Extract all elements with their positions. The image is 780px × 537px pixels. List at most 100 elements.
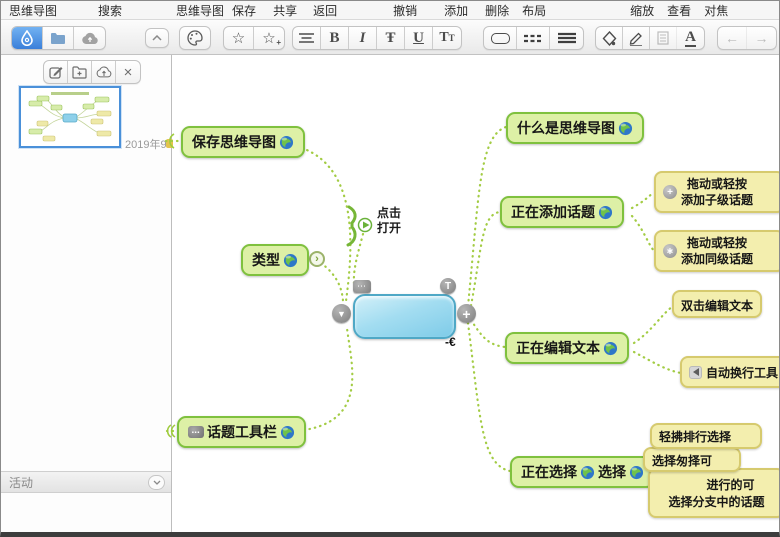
globe-icon <box>283 253 298 268</box>
list-style-button[interactable] <box>650 27 677 49</box>
type-collapse-button[interactable]: › <box>309 251 325 267</box>
history-group: ← → <box>717 26 777 50</box>
topic-type[interactable]: 类型 <box>241 244 309 276</box>
thumbnail-minimap <box>21 88 119 146</box>
fill-diamond-icon <box>602 31 617 46</box>
mindmap-view-button[interactable] <box>12 27 43 49</box>
close-button[interactable]: × <box>116 61 140 83</box>
italic-button[interactable]: I <box>349 27 377 49</box>
solid-lines-icon <box>558 32 576 44</box>
star-button[interactable]: ☆ <box>224 27 254 49</box>
cloud-icon <box>81 32 99 45</box>
drop-icon <box>20 30 34 46</box>
globe-icon <box>280 425 295 440</box>
menu-add[interactable]: 添加 <box>444 2 468 19</box>
palette-icon <box>187 30 203 46</box>
bold-button[interactable]: B <box>321 27 349 49</box>
topic-selecting[interactable]: 正在选择 选择 <box>510 456 655 488</box>
wrap-icon <box>689 366 702 379</box>
view-switch-group <box>11 26 106 50</box>
note-flick-select[interactable]: 轻拂排行选择 <box>650 423 762 449</box>
activity-label: 活动 <box>9 474 33 491</box>
topic-toolbar[interactable]: ⋯ 话题工具栏 <box>177 416 306 448</box>
compose-button[interactable] <box>44 61 68 83</box>
topic-what-is-mindmap[interactable]: 什么是思维导图 <box>506 112 644 144</box>
activity-collapse-button[interactable] <box>148 475 165 490</box>
rounded-rect-icon <box>491 33 510 44</box>
menu-layout[interactable]: 布局 <box>522 2 546 19</box>
menu-share[interactable]: 共享 <box>273 2 297 19</box>
chevron-right-icon: › <box>315 254 319 265</box>
more-options-button[interactable]: ⋯ <box>353 280 371 293</box>
cloud-upload-icon <box>96 66 112 78</box>
text-button[interactable]: T <box>440 278 456 294</box>
dashed-lines-icon <box>524 34 542 43</box>
activity-panel-header: 活动 <box>1 471 171 493</box>
document-thumbnail[interactable] <box>19 86 121 148</box>
menu-zoom[interactable]: 缩放 <box>630 2 654 19</box>
document-date-label: 2019年9 <box>125 136 167 152</box>
menu-undo[interactable]: 撤销 <box>393 2 417 19</box>
fill-color-button[interactable] <box>596 27 623 49</box>
upload-button[interactable] <box>92 61 116 83</box>
pen-button[interactable] <box>623 27 650 49</box>
toolbar: ☆ ☆ + B I Ŧ U TT <box>1 20 779 55</box>
add-topic-button[interactable]: + <box>457 304 476 323</box>
topic-save-mindmap[interactable]: 保存思维导图 <box>181 126 305 158</box>
strikethrough-button[interactable]: Ŧ <box>377 27 405 49</box>
menu-search[interactable]: 搜索 <box>98 2 122 19</box>
topic-dots-icon: ⋯ <box>188 426 204 438</box>
forward-button[interactable]: → <box>747 27 776 49</box>
asterisk-circle-icon: ✱ <box>663 244 677 258</box>
menu-mindmap[interactable]: 思维导图 <box>176 2 224 19</box>
star-plus-icon: ☆ <box>262 29 275 47</box>
menu-save[interactable]: 保存 <box>232 2 256 19</box>
style-palette-button[interactable] <box>179 26 211 50</box>
pen-icon <box>628 31 644 46</box>
note-auto-wrap[interactable]: 自动换行工具 <box>680 356 780 388</box>
font-size-button[interactable]: TT <box>433 27 461 49</box>
globe-icon <box>580 465 595 480</box>
arrow-right-icon: → <box>755 30 769 46</box>
down-arrow-icon: ▼ <box>337 309 346 319</box>
cloud-view-button[interactable] <box>74 27 105 49</box>
note-double-click[interactable]: 双击编辑文本 <box>672 290 762 318</box>
menu-bar: 思维导图 搜索 思维导图 保存 共享 返回 撤销 添加 删除 布局 缩放 查看 … <box>1 1 779 20</box>
topic-adding[interactable]: 正在添加话题 <box>500 196 624 228</box>
star-add-button[interactable]: ☆ + <box>254 27 284 49</box>
menu-app[interactable]: 思维导图 <box>9 2 57 19</box>
align-button[interactable] <box>293 27 321 49</box>
solid-line-button[interactable] <box>550 27 583 49</box>
node-shape-button[interactable] <box>484 27 517 49</box>
dashed-line-button[interactable] <box>517 27 550 49</box>
central-topic-node[interactable] <box>353 294 456 339</box>
chevron-up-icon <box>152 35 162 41</box>
topic-editing[interactable]: 正在编辑文本 <box>505 332 629 364</box>
note-select-mid[interactable]: 选择匆择可 <box>643 447 741 472</box>
align-center-icon <box>299 33 314 44</box>
globe-icon <box>603 341 618 356</box>
folder-view-button[interactable] <box>43 27 74 49</box>
note-add-child[interactable]: + 拖动或轻按 添加子级话题 <box>654 171 780 213</box>
color-tool-group: A <box>595 26 705 50</box>
note-select-branch[interactable]: 进行的可 选择分支中的话题 <box>648 468 780 518</box>
text-style-group: B I Ŧ U TT <box>292 26 462 50</box>
underline-button[interactable]: U <box>405 27 433 49</box>
collapse-toolbar-button[interactable] <box>145 28 169 48</box>
import-folder-button[interactable] <box>68 61 92 83</box>
favorite-group: ☆ ☆ + <box>223 26 285 50</box>
back-button[interactable]: ← <box>718 27 747 49</box>
menu-focus[interactable]: 对焦 <box>704 2 728 19</box>
collapse-left-button[interactable]: ▼ <box>332 304 351 323</box>
close-icon: × <box>124 64 133 81</box>
document-actions-group: × <box>43 60 141 84</box>
menu-view[interactable]: 查看 <box>667 2 691 19</box>
arrow-left-icon: ← <box>725 30 739 46</box>
note-add-sibling[interactable]: ✱ 拖动或轻按 添加同级话题 <box>654 230 780 272</box>
sidebar: × 2019年9 活动 <box>1 55 172 532</box>
menu-back[interactable]: 返回 <box>313 2 337 19</box>
menu-delete[interactable]: 删除 <box>485 2 509 19</box>
pen-cursor-icon: -€ <box>445 335 456 349</box>
font-color-button[interactable]: A <box>677 27 704 49</box>
compose-icon <box>49 65 63 79</box>
